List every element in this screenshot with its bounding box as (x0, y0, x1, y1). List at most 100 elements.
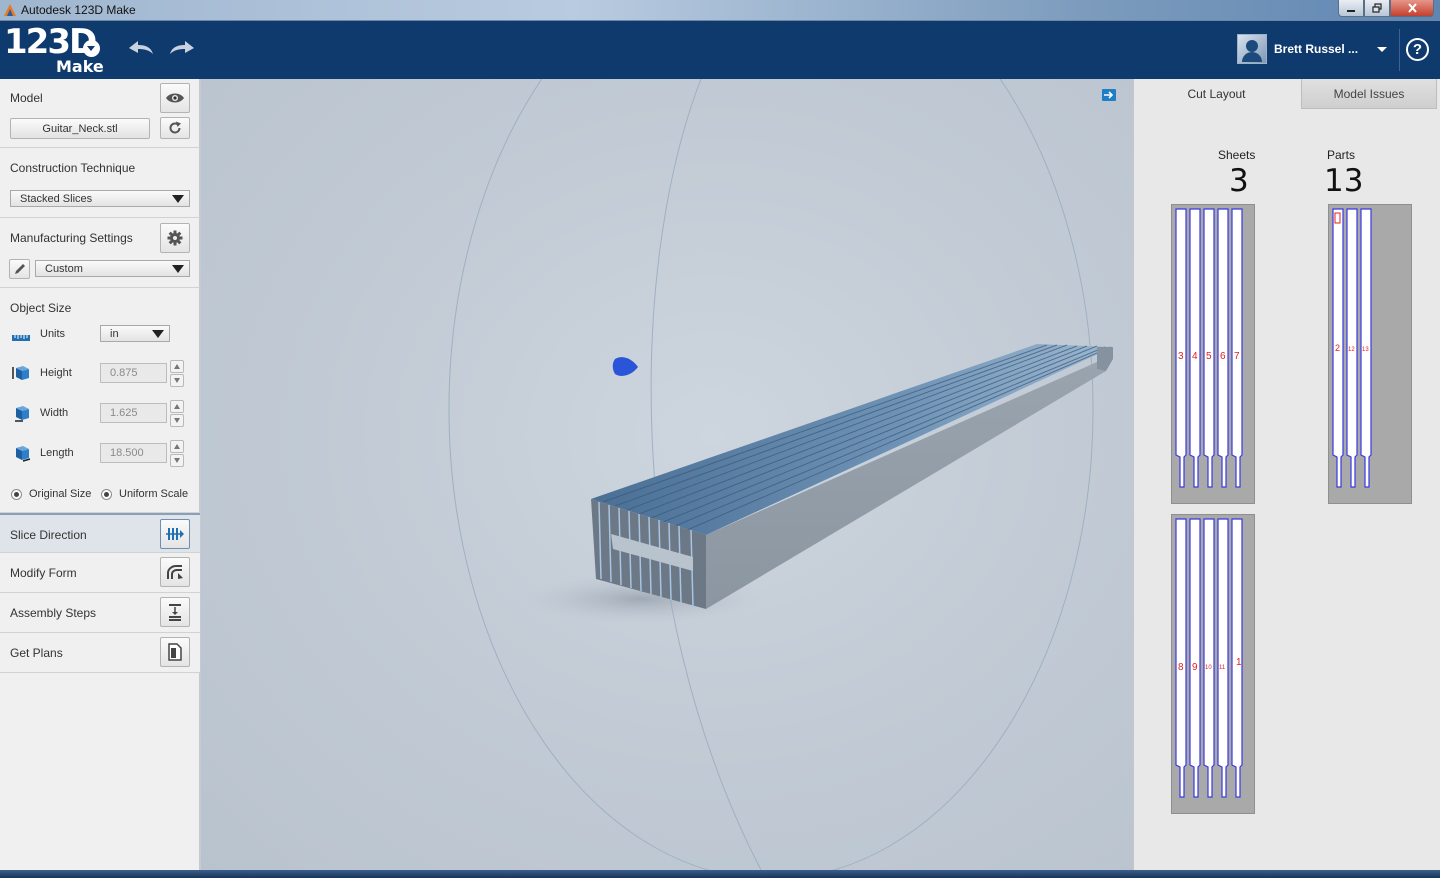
height-row: Height 0.875 (0, 360, 200, 388)
sheets-label: Sheets (1218, 148, 1256, 162)
original-size-radio[interactable] (11, 489, 22, 500)
height-input[interactable]: 0.875 (100, 363, 167, 383)
units-value: in (110, 327, 119, 340)
construction-title: Construction Technique (10, 161, 136, 175)
stepper-up-icon[interactable] (170, 440, 184, 453)
app-menu-chevron-icon[interactable] (83, 40, 100, 57)
units-select[interactable]: in (100, 325, 170, 342)
part-number: 2 (1335, 343, 1340, 353)
part-number: 1 (1236, 657, 1242, 668)
header-divider (1399, 29, 1400, 71)
length-stepper[interactable] (170, 440, 184, 467)
model-title: Model (10, 91, 43, 105)
parts-label: Parts (1327, 148, 1356, 162)
slice-direction-icon (166, 528, 184, 540)
window-title: Autodesk 123D Make (21, 3, 136, 17)
height-stepper[interactable] (170, 360, 184, 387)
undo-button[interactable] (126, 37, 156, 59)
slice-direction-button[interactable] (160, 519, 190, 549)
part-number: 10 (1205, 665, 1212, 671)
avatar (1237, 34, 1267, 64)
stepper-down-icon[interactable] (170, 374, 184, 387)
part-number: 6 (1220, 351, 1226, 362)
tab-cut-layout[interactable]: Cut Layout (1134, 79, 1299, 109)
assembly-steps-button[interactable] (160, 597, 190, 627)
parts-count: 13 (1324, 163, 1364, 199)
part-number: 3 (1178, 351, 1184, 362)
get-plans-button[interactable] (160, 637, 190, 667)
app-logo[interactable]: 123D Make (4, 22, 104, 76)
rotate-handle[interactable] (612, 357, 638, 376)
sheet-parts-drawing: 8 9 10 11 1 (1175, 518, 1243, 798)
manufacturing-title: Manufacturing Settings (10, 231, 133, 245)
manufacturing-settings-button[interactable] (160, 223, 190, 253)
stepper-down-icon[interactable] (170, 414, 184, 427)
close-button[interactable] (1390, 0, 1434, 17)
part-number: 7 (1234, 351, 1240, 362)
stepper-up-icon[interactable] (170, 360, 184, 373)
logo-number: 123D (4, 22, 97, 62)
visibility-button[interactable] (160, 83, 190, 113)
tab-model-issues[interactable]: Model Issues (1301, 79, 1437, 109)
part-number: 13 (1362, 347, 1369, 353)
user-name: Brett Russel ... (1274, 42, 1359, 56)
sheet-thumbnail[interactable]: 8 9 10 11 1 (1171, 514, 1255, 814)
sheets-count: 3 (1229, 163, 1249, 199)
assembly-icon (169, 604, 181, 621)
ruler-icon (12, 335, 30, 341)
height-cube-icon (12, 366, 29, 380)
construction-technique-select[interactable]: Stacked Slices (10, 190, 190, 207)
right-panel-tabs: Cut Layout Model Issues (1134, 79, 1440, 109)
manufacturing-section: Manufacturing Settings Custom (0, 218, 200, 288)
length-input[interactable]: 18.500 (100, 443, 167, 463)
restore-icon (1372, 3, 1382, 13)
object-size-title: Object Size (10, 301, 72, 315)
redo-icon (170, 41, 194, 54)
sheet-parts-drawing: 2 12 13 (1332, 208, 1372, 488)
reload-model-button[interactable] (160, 117, 190, 139)
step-label: Slice Direction (10, 528, 87, 542)
width-input[interactable]: 1.625 (100, 403, 167, 423)
sheet-thumbnail[interactable]: 2 12 13 (1328, 204, 1412, 504)
uniform-scale-radio[interactable] (101, 489, 112, 500)
redo-button[interactable] (167, 37, 197, 59)
step-slice-direction[interactable]: Slice Direction (0, 513, 200, 553)
sheet-thumbnail[interactable]: 3 4 5 6 7 (1171, 204, 1255, 504)
maximize-button[interactable] (1364, 0, 1390, 17)
construction-section: Construction Technique Stacked Slices (0, 148, 200, 218)
dropdown-arrow-icon (172, 265, 184, 273)
construction-technique-value: Stacked Slices (20, 192, 93, 205)
model-tip (1097, 347, 1113, 371)
modify-form-button[interactable] (160, 557, 190, 587)
modify-form-icon (167, 565, 183, 579)
pencil-icon (14, 264, 25, 274)
stepper-down-icon[interactable] (170, 454, 184, 467)
step-assembly-steps[interactable]: Assembly Steps (0, 593, 200, 633)
help-button[interactable]: ? (1406, 38, 1429, 61)
refresh-icon (169, 121, 181, 134)
length-row: Length 18.500 (0, 440, 200, 468)
logo-product: Make (56, 57, 104, 76)
part-number: 12 (1348, 347, 1355, 353)
part-number: 5 (1206, 351, 1212, 362)
part-number: 4 (1192, 351, 1198, 362)
width-row: Width 1.625 (0, 400, 200, 428)
user-menu[interactable]: Brett Russel ... (1237, 32, 1387, 66)
edit-settings-button[interactable] (9, 259, 30, 279)
width-stepper[interactable] (170, 400, 184, 427)
3d-viewport[interactable] (201, 79, 1133, 870)
step-get-plans[interactable]: Get Plans (0, 633, 200, 673)
stepper-up-icon[interactable] (170, 400, 184, 413)
panel-toggle-arrow-icon[interactable] (1102, 89, 1116, 101)
right-panel: Cut Layout Model Issues Sheets 3 Parts 1… (1133, 79, 1440, 870)
minimize-button[interactable] (1338, 0, 1364, 17)
machine-settings-select[interactable]: Custom (35, 260, 190, 277)
step-modify-form[interactable]: Modify Form (0, 553, 200, 593)
width-cube-icon (15, 406, 29, 422)
machine-settings-value: Custom (45, 262, 83, 275)
length-cube-icon (16, 446, 31, 462)
minimize-icon (1347, 10, 1355, 12)
left-panel: Model Guitar_Neck.stl Construction Techn… (0, 79, 200, 870)
dropdown-arrow-icon (152, 330, 164, 338)
model-file-button[interactable]: Guitar_Neck.stl (10, 118, 150, 139)
